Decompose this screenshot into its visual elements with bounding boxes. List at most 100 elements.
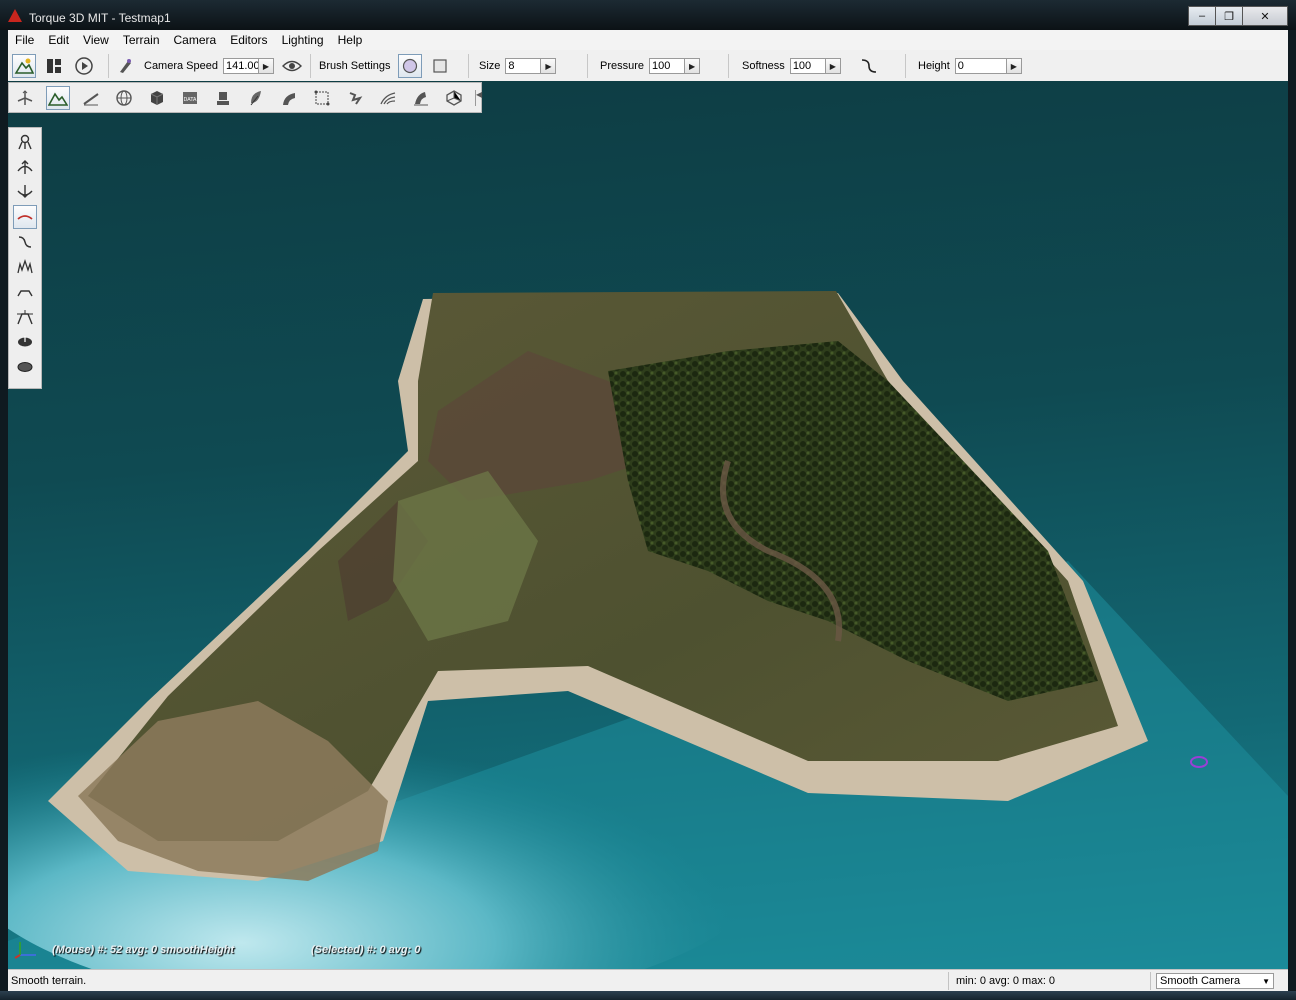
height-stats: min: 0 avg: 0 max: 0 bbox=[956, 975, 1056, 987]
axis-gizmo-icon bbox=[14, 942, 36, 959]
menu-lighting[interactable]: Lighting bbox=[275, 33, 331, 47]
river-editor-button[interactable] bbox=[343, 86, 367, 110]
lower-height-icon bbox=[17, 185, 33, 198]
pressure-spinner[interactable]: ▶ bbox=[685, 58, 701, 74]
raise-height-button[interactable] bbox=[13, 155, 37, 179]
forest-editor-button[interactable] bbox=[244, 86, 268, 110]
size-label: Size bbox=[479, 60, 501, 72]
mesh-road-editor-button[interactable] bbox=[310, 86, 334, 110]
paint-noise-button[interactable] bbox=[13, 255, 37, 279]
lower-height-button[interactable] bbox=[13, 180, 37, 204]
clear-terrain-icon bbox=[18, 336, 32, 347]
road-editor-icon bbox=[283, 92, 295, 105]
menu-view[interactable]: View bbox=[76, 33, 116, 47]
mesh-road-icon bbox=[314, 90, 330, 105]
scene-viewport[interactable] bbox=[8, 81, 1288, 969]
set-height-button[interactable] bbox=[13, 305, 37, 329]
smooth-slope-icon bbox=[18, 236, 32, 248]
terrain-painter-button[interactable] bbox=[79, 86, 103, 110]
box-brush-icon bbox=[432, 59, 447, 73]
smooth-icon bbox=[17, 215, 33, 220]
terrain-tool-palette bbox=[8, 127, 42, 389]
camera-speed-spinner[interactable]: ▶ bbox=[259, 58, 274, 74]
window-frame-left bbox=[0, 30, 8, 1000]
raise-height-icon bbox=[17, 160, 33, 174]
mouse-brush-stats: (Mouse) #: 52 avg: 0 smoothHeight bbox=[52, 944, 235, 956]
menu-terrain[interactable]: Terrain bbox=[116, 33, 167, 47]
camera-speed-label: Camera Speed bbox=[144, 60, 218, 72]
height-label: Height bbox=[918, 60, 950, 72]
camera-speed-button[interactable] bbox=[114, 54, 138, 78]
softness-label: Softness bbox=[742, 60, 785, 72]
minimize-button[interactable]: – bbox=[1188, 6, 1216, 26]
close-button[interactable]: ✕ bbox=[1242, 6, 1288, 26]
pressure-field[interactable]: 100 bbox=[649, 58, 686, 74]
editor-palette: DATA ◀ bbox=[8, 82, 482, 113]
datablock-icon: DATA bbox=[183, 91, 197, 104]
maximize-button[interactable]: ❐ bbox=[1215, 6, 1243, 26]
softness-field[interactable]: 100 bbox=[789, 58, 826, 74]
visibility-button[interactable] bbox=[280, 54, 304, 78]
world-editor-button[interactable] bbox=[12, 54, 36, 78]
play-game-button[interactable] bbox=[72, 54, 96, 78]
falloff-curve-icon bbox=[861, 59, 876, 73]
clear-terrain-button[interactable] bbox=[13, 330, 37, 354]
material-editor-button[interactable] bbox=[145, 86, 169, 110]
forest-editor-icon bbox=[250, 90, 261, 105]
main-toolbar: Camera Speed 141.00 ▶ Brush Settings Siz… bbox=[8, 50, 1288, 82]
navmesh-editor-button[interactable] bbox=[376, 86, 400, 110]
menu-bar: File Edit View Terrain Camera Editors Li… bbox=[8, 30, 1288, 51]
world-editor-icon bbox=[14, 58, 34, 74]
grab-terrain-icon bbox=[18, 134, 32, 150]
smooth-slope-button[interactable] bbox=[13, 230, 37, 254]
camera-speed-field[interactable]: 141.00 bbox=[223, 58, 259, 74]
circle-brush-button[interactable] bbox=[397, 54, 422, 78]
menu-editors[interactable]: Editors bbox=[223, 33, 274, 47]
river-editor-icon bbox=[349, 91, 363, 105]
height-field[interactable]: 0 bbox=[954, 58, 1007, 74]
paint-noise-icon bbox=[17, 258, 33, 274]
object-editor-button[interactable] bbox=[13, 86, 37, 110]
datablock-editor-button[interactable]: DATA bbox=[178, 86, 202, 110]
pressure-label: Pressure bbox=[600, 60, 645, 72]
particle-editor-button[interactable] bbox=[409, 86, 433, 110]
sky-editor-button[interactable] bbox=[112, 86, 136, 110]
object-editor-icon bbox=[17, 89, 33, 105]
material-box-icon bbox=[150, 90, 164, 105]
circle-brush-icon bbox=[402, 58, 417, 74]
gui-editor-button[interactable] bbox=[42, 54, 66, 78]
decal-editor-button[interactable] bbox=[211, 86, 235, 110]
shape-editor-button[interactable] bbox=[442, 86, 466, 110]
menu-file[interactable]: File bbox=[8, 33, 41, 47]
size-spinner[interactable]: ▶ bbox=[541, 58, 557, 74]
terrain-editor-button[interactable] bbox=[46, 85, 70, 110]
navmesh-icon bbox=[380, 91, 396, 104]
restore-terrain-button[interactable] bbox=[13, 355, 37, 379]
road-editor-button[interactable] bbox=[277, 86, 301, 110]
palette-collapse-icon[interactable]: ◀ bbox=[475, 90, 482, 106]
window-frame-right bbox=[1288, 30, 1296, 1000]
softness-curve-button[interactable] bbox=[857, 54, 881, 78]
camera-mode-dropdown[interactable]: Smooth Camera ▼ bbox=[1156, 973, 1274, 989]
chevron-down-icon: ▼ bbox=[1262, 977, 1270, 986]
softness-spinner[interactable]: ▶ bbox=[825, 58, 841, 74]
size-field[interactable]: 8 bbox=[505, 58, 542, 74]
title-bar: Torque 3D MIT - Testmap1 – ❐ ✕ bbox=[0, 0, 1296, 30]
smooth-button[interactable] bbox=[13, 205, 37, 229]
menu-help[interactable]: Help bbox=[331, 33, 370, 47]
terrain-painter-icon bbox=[83, 92, 99, 105]
gui-editor-icon bbox=[47, 59, 61, 73]
set-height-icon bbox=[17, 310, 33, 325]
menu-camera[interactable]: Camera bbox=[167, 33, 224, 47]
eye-icon bbox=[282, 60, 302, 72]
height-spinner[interactable]: ▶ bbox=[1006, 58, 1022, 74]
shape-editor-icon bbox=[446, 89, 462, 106]
window-title: Torque 3D MIT - Testmap1 bbox=[29, 11, 171, 25]
menu-edit[interactable]: Edit bbox=[41, 33, 76, 47]
play-icon bbox=[75, 57, 93, 75]
flatten-button[interactable] bbox=[13, 280, 37, 304]
grab-terrain-button[interactable] bbox=[13, 130, 37, 154]
status-message: Smooth terrain. bbox=[11, 975, 87, 987]
box-brush-button[interactable] bbox=[428, 54, 452, 78]
selected-stats: (Selected) #: 0 avg: 0 bbox=[311, 944, 421, 956]
